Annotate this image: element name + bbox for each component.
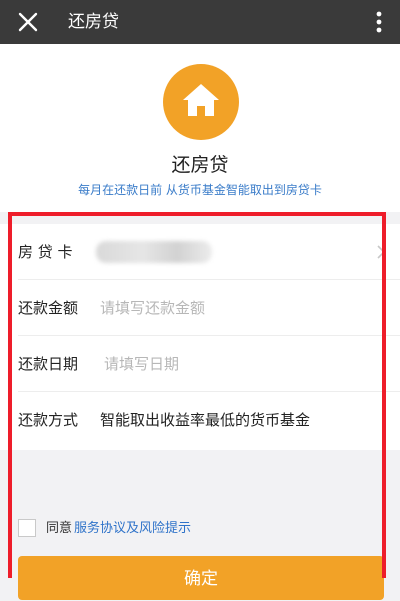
more-vertical-icon[interactable] bbox=[376, 10, 382, 34]
chevron-right-icon bbox=[376, 244, 386, 260]
product-description: 每月在还款日前 从货币基金智能取出到房贷卡 bbox=[78, 183, 322, 197]
repayment-method-label: 还款方式 bbox=[18, 411, 79, 429]
agreement-checkbox[interactable] bbox=[18, 519, 36, 537]
repayment-date-label: 还款日期 bbox=[18, 355, 79, 373]
repayment-method-value: 智能取出收益率最低的货币基金 bbox=[100, 411, 311, 429]
repayment-amount-row[interactable]: 还款金额 请填写还款金额 bbox=[0, 280, 400, 336]
repayment-amount-label: 还款金额 bbox=[18, 299, 79, 317]
repayment-method-row[interactable]: 还款方式 智能取出收益率最低的货币基金 bbox=[0, 392, 400, 448]
close-icon[interactable] bbox=[16, 10, 40, 34]
product-header: 还房贷 每月在还款日前 从货币基金智能取出到房贷卡 bbox=[0, 44, 400, 212]
section-gap bbox=[0, 212, 400, 224]
repayment-amount-input[interactable]: 请填写还款金额 bbox=[100, 280, 205, 336]
product-name: 还房贷 bbox=[171, 154, 229, 176]
mortgage-card-row[interactable]: 房 贷 卡 bbox=[0, 224, 400, 280]
home-icon bbox=[163, 64, 239, 140]
agreement-prefix: 同意 bbox=[46, 521, 73, 536]
agreement-link[interactable]: 服务协议及风险提示 bbox=[74, 518, 191, 540]
repayment-form: 房 贷 卡 还款金额 请填写还款金额 还款日期 请填写日期 还款方式 智能取出收… bbox=[0, 224, 400, 450]
top-bar: 还房贷 bbox=[0, 0, 400, 44]
mortgage-card-value-masked bbox=[96, 241, 212, 263]
page-title: 还房贷 bbox=[68, 12, 119, 32]
repayment-date-input[interactable]: 请填写日期 bbox=[104, 336, 179, 392]
repayment-date-row[interactable]: 还款日期 请填写日期 bbox=[0, 336, 400, 392]
mortgage-card-label: 房 贷 卡 bbox=[18, 243, 73, 261]
confirm-button[interactable]: 确定 bbox=[18, 556, 384, 600]
